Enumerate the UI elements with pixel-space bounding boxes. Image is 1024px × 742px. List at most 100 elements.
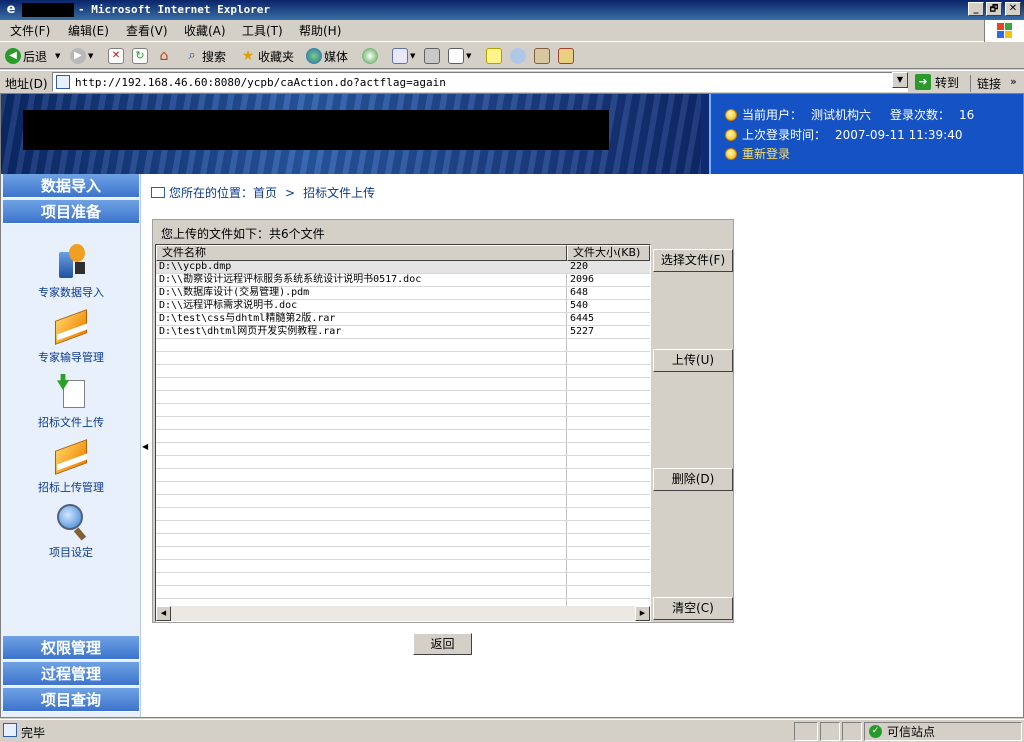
research-button[interactable] xyxy=(534,47,550,65)
redacted-title xyxy=(22,3,74,17)
table-row[interactable] xyxy=(156,417,650,430)
clear-button[interactable]: 清空(C) xyxy=(653,597,733,620)
table-row[interactable] xyxy=(156,469,650,482)
table-row[interactable] xyxy=(156,521,650,534)
menu-tools[interactable]: 工具(T) xyxy=(242,24,283,38)
table-row[interactable] xyxy=(156,508,650,521)
edit-dropdown-icon[interactable]: ▼ xyxy=(466,52,471,60)
table-row[interactable] xyxy=(156,430,650,443)
table-row[interactable] xyxy=(156,443,650,456)
print-button[interactable] xyxy=(424,47,440,65)
favorites-button[interactable]: ★ 收藏夹 xyxy=(240,47,294,65)
edit-button[interactable]: ▼ xyxy=(448,47,471,65)
table-row[interactable]: D:\test\dhtml网页开发实例教程.rar 5227 xyxy=(156,326,650,339)
sidebar-section-permissions[interactable]: 权限管理 xyxy=(3,636,139,660)
table-row[interactable] xyxy=(156,391,650,404)
file-name-cell: D:\\ycpb.dmp xyxy=(159,261,232,272)
scroll-right-icon[interactable]: ▶ xyxy=(635,606,650,621)
forward-arrow-icon: ▶ xyxy=(70,48,86,64)
table-row[interactable] xyxy=(156,365,650,378)
links-button[interactable]: 链接 xyxy=(970,75,1001,92)
restore-button[interactable]: 🗗 xyxy=(986,2,1002,16)
table-row[interactable] xyxy=(156,586,650,599)
status-pane xyxy=(842,722,862,741)
sidebar-section-data-import[interactable]: 数据导入 xyxy=(3,174,139,198)
status-pane xyxy=(794,722,818,741)
current-user-value: 测试机构六 xyxy=(811,108,872,122)
sidebar-section-process[interactable]: 过程管理 xyxy=(3,662,139,686)
table-row[interactable] xyxy=(156,378,650,391)
choose-file-button[interactable]: 选择文件(F) xyxy=(653,249,733,272)
tools-extra-button[interactable] xyxy=(558,47,574,65)
back-button[interactable]: ◀ 后退 ▼ xyxy=(5,47,60,65)
delete-button[interactable]: 删除(D) xyxy=(653,468,733,491)
sidebar-item-expert-import[interactable]: 专家数据导入 xyxy=(3,242,139,300)
table-row[interactable] xyxy=(156,534,650,547)
sidebar-item-bid-upload-manage[interactable]: 招标上传管理 xyxy=(3,437,139,495)
status-pane xyxy=(820,722,840,741)
refresh-button[interactable]: ↻ xyxy=(132,47,148,65)
address-input[interactable]: http://192.168.46.60:8080/ycpb/caAction.… xyxy=(52,72,908,92)
table-row[interactable] xyxy=(156,482,650,495)
discuss-button[interactable] xyxy=(486,47,502,65)
ie-icon[interactable]: e xyxy=(3,2,19,18)
horizontal-scrollbar[interactable]: ◀ ▶ xyxy=(156,606,650,621)
current-user-label: 当前用户： xyxy=(742,108,803,122)
relogin-link[interactable]: 重新登录 xyxy=(742,145,790,162)
mail-button[interactable]: ▼ xyxy=(392,47,415,65)
forward-dropdown-icon[interactable]: ▼ xyxy=(88,52,93,60)
messenger-button[interactable] xyxy=(510,47,526,65)
table-row[interactable]: D:\test\css与dhtml精髓第2版.rar 6445 xyxy=(156,313,650,326)
magnifier-globe-icon xyxy=(53,502,89,542)
menu-file[interactable]: 文件(F) xyxy=(10,24,50,38)
sidebar-collapse-icon[interactable]: ◀ xyxy=(142,442,148,451)
table-row[interactable]: D:\\ycpb.dmp 220 xyxy=(156,261,650,274)
menu-favorites[interactable]: 收藏(A) xyxy=(184,24,226,38)
search-button[interactable]: ⌕ 搜索 xyxy=(184,47,226,65)
windows-logo xyxy=(984,20,1024,42)
menu-view[interactable]: 查看(V) xyxy=(126,24,168,38)
forward-button[interactable]: ▶ ▼ xyxy=(70,47,93,65)
scroll-left-icon[interactable]: ◀ xyxy=(156,606,171,621)
links-chevron-icon[interactable]: » xyxy=(1010,75,1017,88)
sidebar-item-expert-guide[interactable]: 专家输导管理 xyxy=(3,307,139,365)
sidebar-section-project-prep[interactable]: 项目准备 xyxy=(3,200,139,224)
menu-help[interactable]: 帮助(H) xyxy=(299,24,341,38)
close-button[interactable]: ✕ xyxy=(1005,2,1021,16)
page-viewport: 当前用户： 测试机构六 登录次数： 16 上次登录时间： 2007-09-11 … xyxy=(0,93,1024,718)
table-row[interactable] xyxy=(156,495,650,508)
media-button[interactable]: 媒体 xyxy=(306,47,348,65)
table-row[interactable]: D:\\勘察设计远程评标服务系统系统设计说明书0517.doc 2096 xyxy=(156,274,650,287)
address-dropdown-icon[interactable]: ▼ xyxy=(892,72,908,88)
column-header-size[interactable]: 文件大小(KB) xyxy=(567,245,650,261)
sidebar-item-bid-upload[interactable]: 招标文件上传 xyxy=(3,372,139,430)
back-return-button[interactable]: 返回 xyxy=(413,633,472,655)
history-button[interactable] xyxy=(362,47,378,65)
minimize-button[interactable]: _ xyxy=(968,2,984,16)
status-bar: 完毕 ✓ 可信站点 xyxy=(0,719,1024,742)
security-zone[interactable]: ✓ 可信站点 xyxy=(864,722,1022,741)
stop-button[interactable]: ✕ xyxy=(108,47,124,65)
title-bar[interactable]: e - Microsoft Internet Explorer _ 🗗 ✕ xyxy=(0,0,1024,20)
table-row[interactable] xyxy=(156,573,650,586)
table-row[interactable] xyxy=(156,404,650,417)
table-row[interactable]: D:\\远程评标需求说明书.doc 540 xyxy=(156,300,650,313)
breadcrumb-home[interactable]: 您所在的位置：首页 xyxy=(169,184,277,201)
menu-edit[interactable]: 编辑(E) xyxy=(68,24,109,38)
mail-dropdown-icon[interactable]: ▼ xyxy=(410,52,415,60)
table-row[interactable] xyxy=(156,339,650,352)
table-row[interactable] xyxy=(156,352,650,365)
upload-button[interactable]: 上传(U) xyxy=(653,349,733,372)
projector-icon xyxy=(53,242,89,282)
table-row[interactable]: D:\\数据库设计(交易管理).pdm 648 xyxy=(156,287,650,300)
home-button[interactable]: ⌂ xyxy=(156,47,172,65)
back-dropdown-icon[interactable]: ▼ xyxy=(55,52,60,60)
sidebar-item-project-settings[interactable]: 项目设定 xyxy=(3,502,139,560)
sidebar-section-project-query[interactable]: 项目查询 xyxy=(3,688,139,712)
column-header-name[interactable]: 文件名称 xyxy=(156,245,567,261)
file-list[interactable]: 文件名称 文件大小(KB) D:\\ycpb.dmp 220 D:\\勘察设计远程评… xyxy=(155,244,651,622)
go-button[interactable]: ➜ 转到 xyxy=(915,73,959,91)
table-row[interactable] xyxy=(156,547,650,560)
table-row[interactable] xyxy=(156,456,650,469)
table-row[interactable] xyxy=(156,560,650,573)
